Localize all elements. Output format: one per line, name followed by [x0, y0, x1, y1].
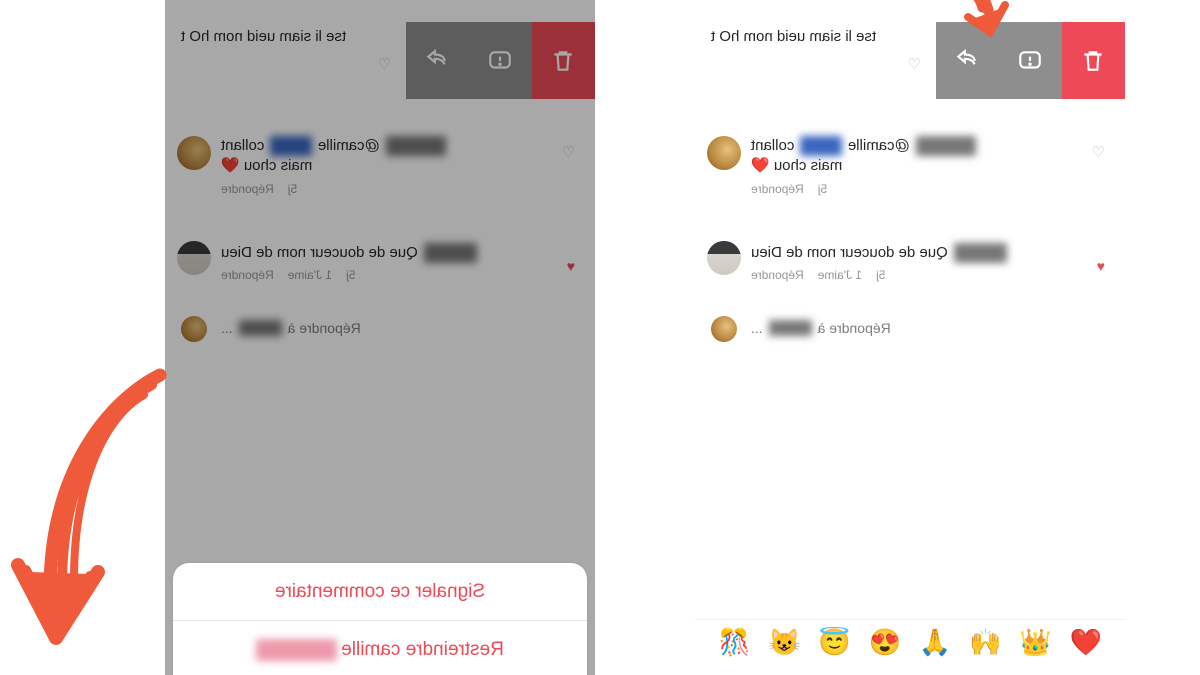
warn-icon [1018, 48, 1044, 74]
comment-text: collant [751, 136, 794, 156]
sheet-report[interactable]: Signaler ce commentaire [173, 563, 587, 621]
reaction-emoji[interactable]: 😇 [818, 627, 850, 658]
share-button[interactable] [406, 22, 469, 99]
reaction-emoji[interactable]: 😺 [768, 627, 800, 658]
reply-prefix: Répondre à [818, 320, 891, 336]
warn-icon [488, 48, 514, 74]
reply-link[interactable]: Répondre [221, 181, 274, 197]
avatar[interactable] [711, 316, 737, 342]
mention[interactable]: @camille [318, 136, 380, 156]
comment-text: mais chou [774, 157, 842, 174]
share-button[interactable] [936, 22, 999, 99]
redacted-text: xx xxx xx [256, 639, 337, 661]
reply-link[interactable]: Répondre [221, 267, 274, 283]
reply-suffix: ... [751, 320, 763, 336]
mention[interactable]: @camille [848, 136, 910, 156]
redacted-text: xx xxxx [424, 243, 477, 263]
comment-text: Que de douceur nom de Dieu [751, 243, 948, 263]
like-icon-filled[interactable]: ♥ [1097, 258, 1105, 274]
action-sheet: Signaler ce commentaire Restreindre cami… [173, 563, 587, 675]
comment-2: xx xxxx Que de douceur nom de Dieu 5j 1 … [221, 243, 535, 283]
delete-button[interactable] [1062, 22, 1125, 99]
avatar[interactable] [177, 136, 211, 170]
comment-text: mais chou [244, 157, 312, 174]
reaction-bar: ❤️ 👑 🙌 🙏 😍 😇 😺 🎊 [695, 619, 1125, 665]
like-icon-outline[interactable]: ♡ [1092, 143, 1105, 161]
reply-composer[interactable]: Répondre à xxx xx ... [221, 320, 505, 336]
reaction-emoji[interactable]: 🙌 [969, 627, 1001, 658]
heart-emoji: ❤️ [221, 157, 240, 174]
like-icon-outline[interactable]: ♡ [908, 55, 921, 73]
avatar[interactable] [707, 241, 741, 275]
redacted-text: xxxxx [800, 136, 842, 156]
comment-1: xxxx xxx @camille xxxxx collant mais cho… [221, 136, 535, 197]
like-icon-outline[interactable]: ♡ [562, 143, 575, 161]
reply-link[interactable]: Répondre [751, 267, 804, 283]
avatar[interactable] [181, 316, 207, 342]
reaction-emoji[interactable]: 🎊 [718, 627, 750, 658]
redacted-text: xxxx xxx [916, 136, 977, 156]
like-icon-filled[interactable]: ♥ [567, 258, 575, 274]
comment-2: xx xxxx Que de douceur nom de Dieu 5j 1 … [751, 243, 1065, 283]
trash-icon [551, 48, 577, 74]
share-icon [425, 48, 451, 74]
delete-button[interactable] [532, 22, 595, 99]
avatar[interactable] [707, 136, 741, 170]
reaction-emoji[interactable]: ❤️ [1070, 627, 1102, 658]
phone-right: t Oh mon dieu mais il est ♡ xxxx xxx @ca… [695, 0, 1125, 675]
partial-comment-left: t Oh mon dieu mais il est [181, 28, 346, 45]
reply-composer[interactable]: Répondre à xxx xx ... [751, 320, 1035, 336]
redacted-text: xxxxx [270, 136, 312, 156]
swipe-actions-right [936, 22, 1125, 99]
avatar[interactable] [177, 241, 211, 275]
redacted-text: xx xxxx [954, 243, 1007, 263]
redacted-text: xxx xx [769, 320, 812, 336]
reaction-emoji[interactable]: 😍 [869, 627, 901, 658]
partial-comment-right: t Oh mon dieu mais il est [711, 28, 876, 45]
comment-1: xxxx xxx @camille xxxxx collant mais cho… [751, 136, 1065, 197]
redacted-text: xxx xx [239, 320, 282, 336]
likes-count[interactable]: 1 J'aime [818, 267, 862, 283]
comment-age: 5j [876, 267, 885, 283]
comment-age: 5j [818, 181, 827, 197]
report-button[interactable] [999, 22, 1062, 99]
redacted-text: xxxx xxx [386, 136, 447, 156]
trash-icon [1081, 48, 1107, 74]
comment-text: collant [221, 136, 264, 156]
comment-text: Que de douceur nom de Dieu [221, 243, 418, 263]
heart-emoji: ❤️ [751, 157, 770, 174]
reaction-emoji[interactable]: 🙏 [919, 627, 951, 658]
swipe-actions-left [406, 22, 595, 99]
comment-age: 5j [346, 267, 355, 283]
sheet-restrict-label: Restreindre camille [341, 639, 504, 661]
share-icon [955, 48, 981, 74]
reply-prefix: Répondre à [288, 320, 361, 336]
like-icon-outline[interactable]: ♡ [378, 55, 391, 73]
phone-left: t Oh mon dieu mais il est ♡ xxxx xxx @ca… [165, 0, 595, 675]
reply-link[interactable]: Répondre [751, 181, 804, 197]
reaction-emoji[interactable]: 👑 [1019, 627, 1051, 658]
sheet-restrict[interactable]: Restreindre camille xx xxx xx [173, 621, 587, 675]
comment-age: 5j [288, 181, 297, 197]
reply-suffix: ... [221, 320, 233, 336]
report-button[interactable] [469, 22, 532, 99]
likes-count[interactable]: 1 J'aime [288, 267, 332, 283]
